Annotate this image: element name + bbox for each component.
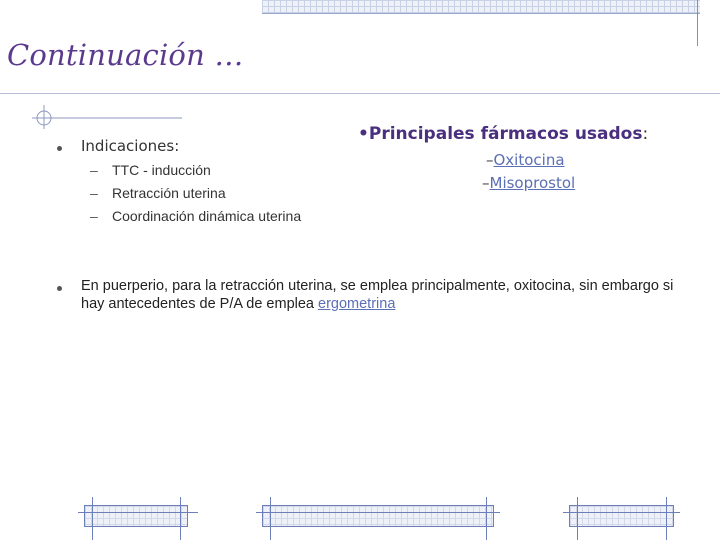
- decorative-box: [84, 505, 188, 527]
- list-item: – TTC - inducción: [90, 162, 211, 178]
- list-item: – Retracción uterina: [90, 185, 226, 201]
- oxitocina-link[interactable]: Oxitocina: [494, 151, 565, 169]
- slide-title: Continuación …: [7, 38, 244, 72]
- decorative-tick: [256, 512, 500, 513]
- decorative-tick: [92, 497, 93, 540]
- dash-marker: –: [90, 162, 98, 178]
- list-item-label: TTC - inducción: [112, 162, 211, 178]
- decorative-tick: [270, 497, 271, 540]
- heading-colon: :: [642, 124, 649, 144]
- list-item: – Coordinación dinámica uterina: [90, 208, 301, 224]
- bullet-icon: [57, 286, 62, 291]
- bullet-icon: •: [358, 124, 369, 144]
- indications-heading: Indicaciones:: [81, 137, 180, 155]
- bullet-icon: [57, 146, 62, 151]
- dash-marker: –: [90, 185, 98, 201]
- ergometrina-link[interactable]: ergometrina: [318, 296, 395, 312]
- decorative-grid-band: [262, 0, 700, 14]
- decorative-box: [569, 505, 674, 527]
- dash-marker: –: [486, 151, 494, 169]
- decorative-tick: [666, 497, 667, 540]
- list-item: –Oxitocina: [486, 151, 565, 169]
- list-item-label: Coordinación dinámica uterina: [112, 208, 302, 224]
- misoprostol-link[interactable]: Misoprostol: [490, 174, 576, 192]
- dash-marker: –: [90, 208, 98, 224]
- list-item: –Misoprostol: [482, 174, 575, 192]
- decorative-tick: [486, 497, 487, 540]
- list-item-label: Retracción uterina: [112, 185, 226, 201]
- decorative-vertical-line: [697, 0, 698, 46]
- circle-cross-ornament-icon: [32, 105, 182, 129]
- drugs-heading-text: Principales fármacos usados: [368, 124, 643, 144]
- decorative-box: [262, 505, 494, 527]
- decorative-tick: [563, 512, 680, 513]
- decorative-tick: [78, 512, 198, 513]
- postpartum-paragraph: En puerperio, para la retracción uterina…: [81, 277, 681, 313]
- decorative-tick: [180, 497, 181, 540]
- decorative-tick: [577, 497, 578, 540]
- dash-marker: –: [482, 174, 490, 192]
- title-divider: [0, 93, 720, 94]
- drugs-heading: •Principales fármacos usados:: [358, 124, 648, 144]
